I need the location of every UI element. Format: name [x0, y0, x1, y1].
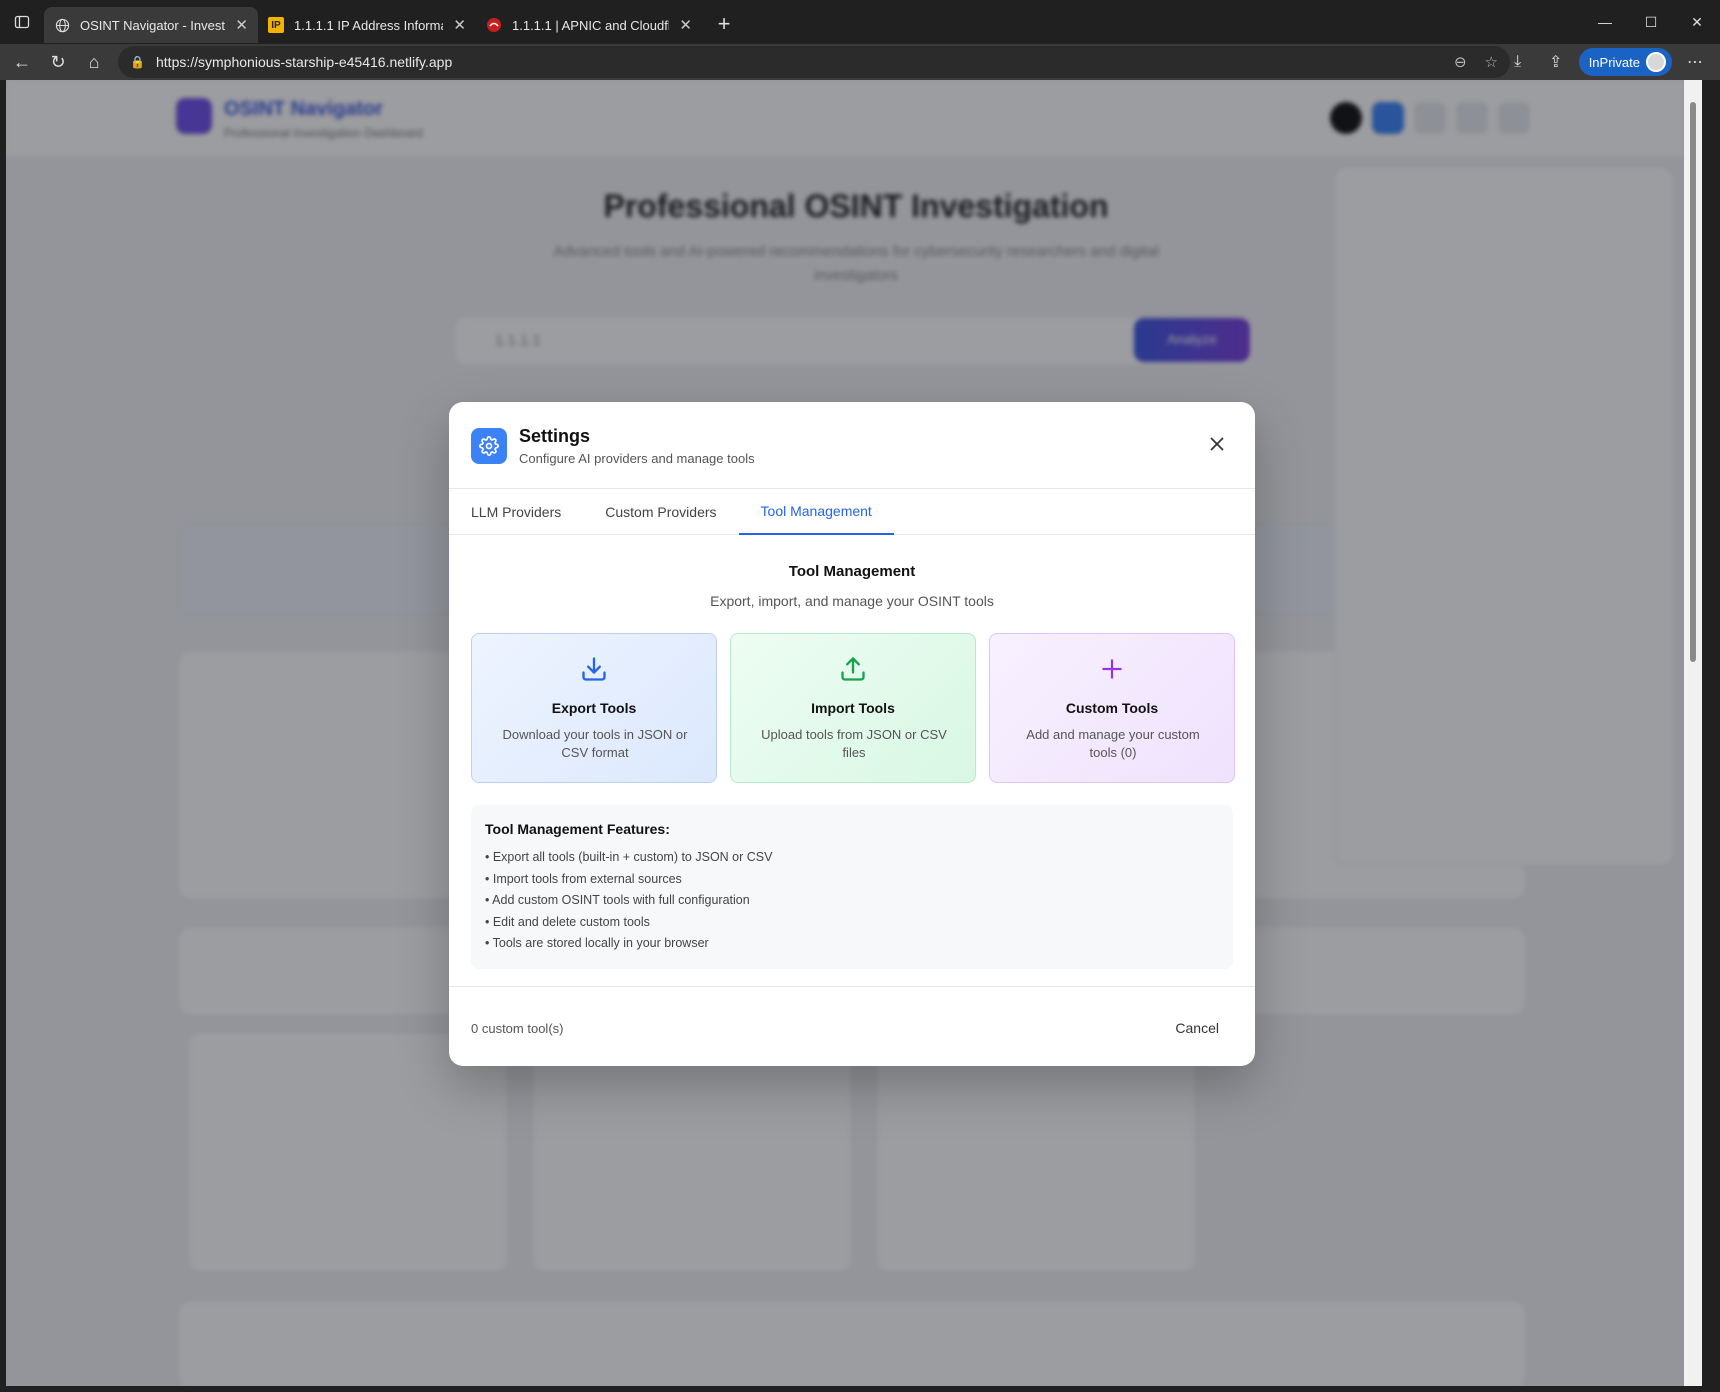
- settings-gear-icon: [471, 428, 507, 464]
- tab-title: 1.1.1.1 IP Address Information | IP: [294, 17, 443, 33]
- tab-custom-providers[interactable]: Custom Providers: [583, 489, 738, 535]
- feature-item: • Edit and delete custom tools: [485, 914, 650, 929]
- custom-tool-count: 0 custom tool(s): [471, 1021, 564, 1036]
- cancel-button[interactable]: Cancel: [1165, 1012, 1229, 1044]
- sidebar-toggle-icon[interactable]: [0, 0, 44, 44]
- profile-avatar: [1646, 52, 1666, 72]
- section-title: Tool Management: [788, 563, 916, 580]
- modal-tabs: LLM Providers Custom Providers Tool Mana…: [449, 489, 1255, 535]
- features-title: Tool Management Features:: [485, 821, 670, 837]
- browser-tab-osint[interactable]: OSINT Navigator - Investigation D ✕: [44, 7, 258, 43]
- page-viewport: OSINT Navigator Professional Investigati…: [6, 80, 1702, 1386]
- plus-icon: [990, 654, 1234, 684]
- modal-title: Settings: [519, 426, 591, 446]
- features-list: • Export all tools (built-in + custom) t…: [485, 847, 1219, 955]
- export-tools-button[interactable]: Export Tools Download your tools in JSON…: [471, 633, 717, 783]
- feature-item: • Add custom OSINT tools with full confi…: [485, 893, 750, 908]
- maximize-icon[interactable]: ☐: [1628, 0, 1674, 44]
- browser-tab-cloudflare[interactable]: 1.1.1.1 | APNIC and Cloudflare DN ✕: [476, 7, 702, 43]
- close-icon[interactable]: [1207, 434, 1227, 454]
- home-icon[interactable]: ⌂: [76, 44, 112, 80]
- export-tools-desc: Download your tools in JSON or CSV forma…: [502, 727, 688, 760]
- import-tools-desc: Upload tools from JSON or CSV files: [761, 727, 947, 760]
- upload-icon: [731, 654, 975, 684]
- scrollbar-thumb[interactable]: [1690, 102, 1696, 662]
- feature-item: • Import tools from external sources: [485, 871, 682, 886]
- features-box: Tool Management Features: • Export all t…: [471, 805, 1233, 969]
- minimize-icon[interactable]: —: [1582, 0, 1628, 44]
- download-icon: [472, 654, 716, 684]
- page-scrollbar[interactable]: [1684, 80, 1702, 1386]
- browser-tab-ipinfo[interactable]: IP 1.1.1.1 IP Address Information | IP ✕: [258, 7, 476, 43]
- custom-tools-button[interactable]: Custom Tools Add and manage your custom …: [989, 633, 1235, 783]
- tab-close-icon[interactable]: ✕: [453, 16, 466, 34]
- new-tab-icon[interactable]: +: [708, 8, 740, 40]
- inprivate-badge[interactable]: InPrivate: [1578, 48, 1672, 76]
- downloads-icon[interactable]: ⤓: [1503, 47, 1533, 77]
- custom-tools-desc: Add and manage your custom tools (0): [1026, 727, 1200, 760]
- feature-item: • Export all tools (built-in + custom) t…: [485, 850, 773, 864]
- modal-footer: 0 custom tool(s) Cancel: [449, 986, 1255, 1066]
- more-menu-icon[interactable]: ⋯: [1680, 47, 1710, 77]
- address-bar-row: ← ↻ ⌂ 🔒 https://symphonious-starship-e45…: [0, 44, 1720, 80]
- custom-tools-title: Custom Tools: [1065, 700, 1159, 716]
- tab-title: 1.1.1.1 | APNIC and Cloudflare DN: [512, 17, 670, 33]
- tab-llm-providers[interactable]: LLM Providers: [449, 489, 583, 535]
- feature-item: • Tools are stored locally in your brows…: [485, 936, 709, 951]
- lock-icon[interactable]: 🔒: [130, 55, 146, 69]
- settings-modal: Settings Configure AI providers and mana…: [449, 402, 1255, 1066]
- tab-close-icon[interactable]: ✕: [679, 16, 692, 34]
- back-icon[interactable]: ←: [4, 44, 40, 80]
- tab-title: OSINT Navigator - Investigation D: [80, 17, 225, 33]
- url-text: https://symphonious-starship-e45416.netl…: [156, 54, 453, 70]
- modal-header: Settings Configure AI providers and mana…: [449, 402, 1255, 489]
- favorite-star-icon[interactable]: ☆: [1485, 53, 1498, 71]
- cloudflare-icon: [486, 17, 502, 33]
- zoom-icon[interactable]: ⊖: [1454, 53, 1467, 71]
- share-icon[interactable]: ⇪: [1541, 47, 1571, 77]
- globe-icon: [54, 17, 70, 33]
- refresh-icon[interactable]: ↻: [40, 44, 76, 80]
- inprivate-label: InPrivate: [1588, 54, 1640, 70]
- export-tools-title: Export Tools: [551, 700, 637, 716]
- browser-tab-bar: OSINT Navigator - Investigation D ✕ IP 1…: [0, 0, 1720, 44]
- window-close-icon[interactable]: ✕: [1674, 0, 1720, 44]
- import-tools-button[interactable]: Import Tools Upload tools from JSON or C…: [730, 633, 976, 783]
- section-subtitle: Export, import, and manage your OSINT to…: [710, 593, 994, 609]
- import-tools-title: Import Tools: [811, 700, 895, 716]
- tab-tool-management[interactable]: Tool Management: [738, 489, 894, 535]
- window-controls: — ☐ ✕: [1582, 0, 1720, 44]
- tab-close-icon[interactable]: ✕: [235, 16, 248, 34]
- modal-subtitle: Configure AI providers and manage tools: [519, 451, 755, 466]
- url-field[interactable]: 🔒 https://symphonious-starship-e45416.ne…: [118, 46, 1510, 78]
- ipinfo-icon: IP: [268, 17, 284, 33]
